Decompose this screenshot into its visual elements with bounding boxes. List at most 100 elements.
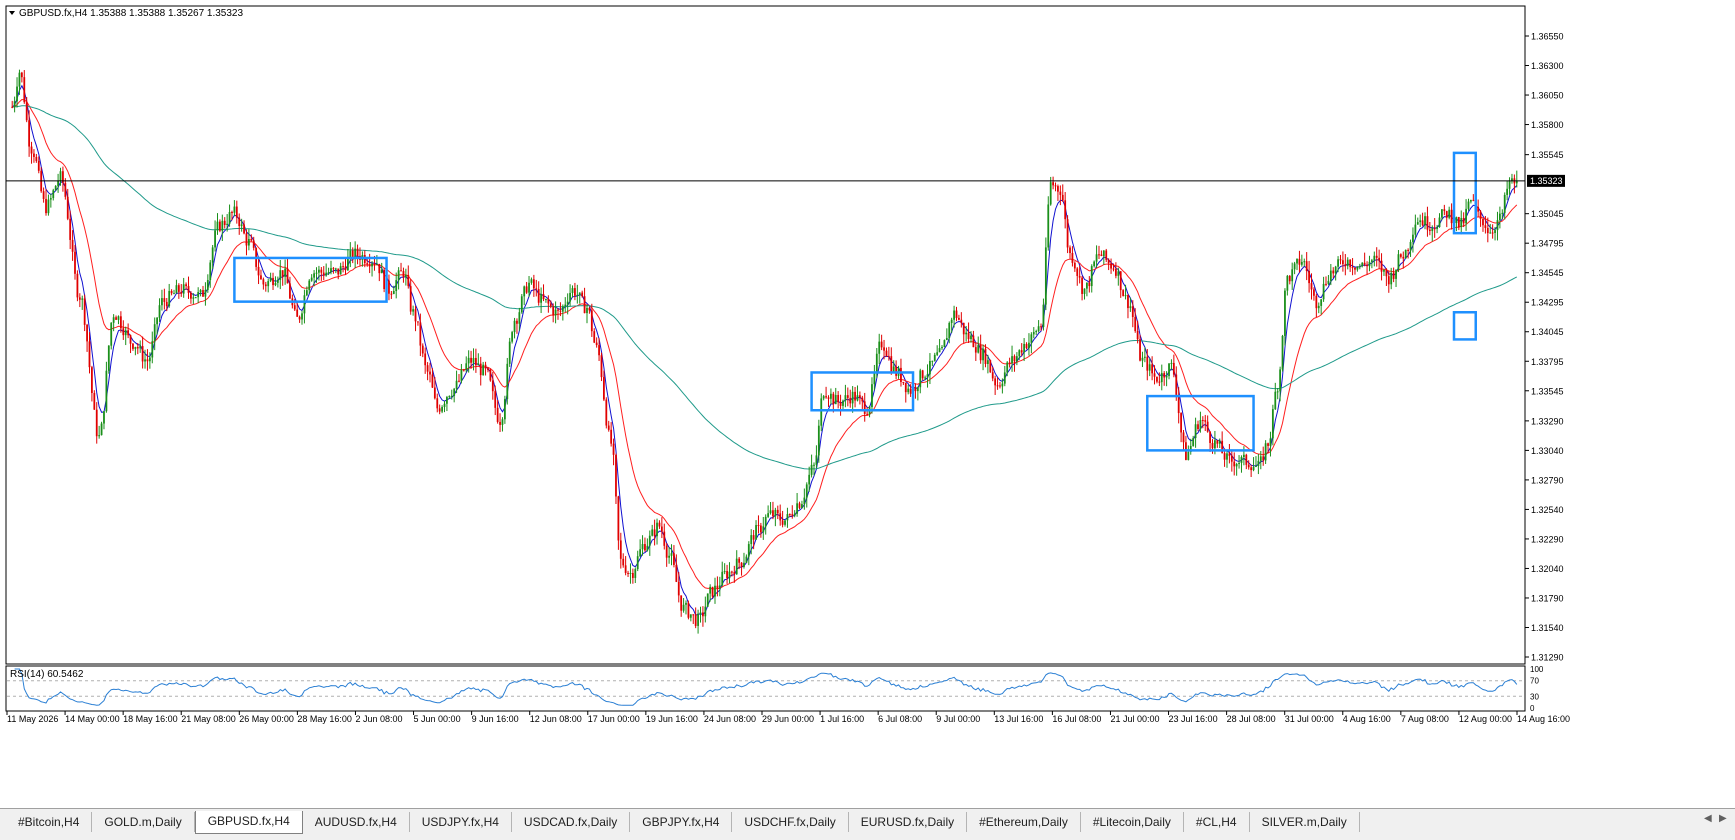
candle-body bbox=[124, 330, 127, 336]
candle-body bbox=[900, 367, 902, 382]
candle-body bbox=[260, 275, 262, 280]
candle-body bbox=[549, 303, 552, 307]
candle-body bbox=[1346, 259, 1349, 267]
candle-body bbox=[798, 503, 801, 508]
candle-body bbox=[962, 322, 965, 335]
candle-body bbox=[1445, 211, 1448, 218]
candle-body bbox=[163, 298, 166, 302]
chart-window[interactable]: 1.36550 1.36300 1.36050 1.35800 1.35545 1.350… bbox=[0, 0, 1735, 808]
time-tick-label: 28 May 16:00 bbox=[297, 714, 352, 724]
time-tick-label: 7 Aug 08:00 bbox=[1401, 714, 1449, 724]
price-tick-label: 1.33545 bbox=[1531, 386, 1564, 396]
price-axis[interactable]: 1.36550 1.36300 1.36050 1.35800 1.35545 1.350… bbox=[1525, 32, 1564, 663]
candle-body bbox=[296, 309, 299, 317]
candle-body bbox=[627, 572, 629, 574]
candle-body bbox=[1001, 383, 1004, 387]
scroll-right-icon[interactable]: ▶ bbox=[1719, 813, 1727, 824]
candle-body bbox=[1399, 254, 1402, 257]
candle-body bbox=[1397, 254, 1400, 270]
candle-body bbox=[1349, 259, 1352, 268]
candle-body bbox=[1119, 271, 1122, 291]
candle-body bbox=[615, 454, 617, 497]
candle-body bbox=[1230, 455, 1233, 462]
candle-body bbox=[738, 558, 741, 563]
candle-body bbox=[1071, 253, 1074, 263]
candle-body bbox=[883, 347, 885, 351]
chart-tab[interactable]: #Litecoin,Daily bbox=[1081, 812, 1184, 832]
candle-body bbox=[247, 239, 250, 246]
candle-body bbox=[979, 345, 982, 361]
chart-tab[interactable]: USDCHF.fx,Daily bbox=[732, 812, 849, 832]
candle-body bbox=[1078, 275, 1081, 278]
candle-body bbox=[1066, 219, 1069, 248]
candle-body bbox=[42, 191, 45, 199]
chart-tab[interactable]: GBPUSD.fx,H4 bbox=[194, 811, 303, 834]
price-tick-label: 1.35545 bbox=[1531, 150, 1564, 160]
chart-tab[interactable]: AUDUSD.fx,H4 bbox=[303, 812, 410, 832]
candle-body bbox=[1407, 249, 1410, 251]
candle-body bbox=[267, 281, 270, 287]
candle-body bbox=[532, 279, 535, 289]
time-axis[interactable]: 11 May 2026 14 May 00:00 18 May 16:00 21 Ma… bbox=[6, 711, 1570, 724]
candle-body bbox=[924, 377, 927, 379]
rsi-tick-label: 0 bbox=[1530, 704, 1535, 713]
candle-body bbox=[513, 320, 516, 333]
candle-body bbox=[1093, 261, 1096, 267]
candle-body bbox=[233, 206, 236, 213]
chart-tab[interactable]: #Bitcoin,H4 bbox=[6, 812, 93, 832]
candle-body bbox=[687, 602, 690, 618]
candle-body bbox=[837, 394, 840, 403]
candle-body bbox=[1076, 268, 1079, 276]
chart-tab[interactable]: EURUSD.fx,Daily bbox=[849, 812, 968, 832]
candle-body bbox=[1370, 260, 1373, 262]
candle-body bbox=[1083, 288, 1086, 294]
candle-body bbox=[139, 346, 142, 349]
candle-body bbox=[1479, 211, 1482, 219]
candle-body bbox=[1153, 373, 1156, 377]
candle-body bbox=[786, 514, 789, 521]
candle-body bbox=[803, 497, 806, 505]
candle-body bbox=[153, 324, 156, 342]
candle-body bbox=[356, 248, 359, 256]
candle-body bbox=[1298, 258, 1301, 265]
chart-tab[interactable]: GBPJPY.fx,H4 bbox=[630, 812, 733, 832]
candle-body bbox=[462, 369, 465, 371]
candle-body bbox=[1395, 269, 1397, 279]
candle-body bbox=[373, 263, 376, 265]
candle-body bbox=[866, 413, 869, 415]
rsi-plot-area[interactable] bbox=[5, 665, 1526, 712]
candle-body bbox=[1303, 261, 1306, 263]
candle-body bbox=[1293, 263, 1296, 270]
chart-tab[interactable]: GOLD.m,Daily bbox=[92, 812, 195, 832]
chart-tab[interactable]: SILVER.m,Daily bbox=[1250, 812, 1360, 832]
candle-body bbox=[936, 352, 939, 355]
candle-body bbox=[400, 270, 402, 272]
candle-body bbox=[1421, 220, 1424, 226]
candle-body bbox=[1281, 335, 1284, 370]
candle-body bbox=[1250, 467, 1253, 471]
candle-body bbox=[1356, 266, 1359, 270]
candle-body bbox=[103, 411, 105, 424]
candle-body bbox=[552, 306, 555, 316]
candle-body bbox=[1064, 200, 1067, 220]
candle-body bbox=[904, 382, 907, 393]
candle-body bbox=[503, 399, 506, 420]
price-tick-label: 1.33290 bbox=[1531, 416, 1564, 426]
candle-body bbox=[20, 72, 23, 78]
candle-body bbox=[243, 224, 245, 234]
chart-tab[interactable]: USDCAD.fx,Daily bbox=[512, 812, 631, 832]
candle-body bbox=[1057, 186, 1059, 192]
candle-body bbox=[704, 606, 707, 617]
candle-body bbox=[187, 286, 190, 293]
price-tick-label: 1.31540 bbox=[1531, 623, 1564, 633]
candle-body bbox=[310, 277, 313, 281]
candle-body bbox=[78, 297, 81, 300]
main-plot-area[interactable] bbox=[5, 5, 1526, 665]
candle-body bbox=[530, 279, 533, 283]
chart-tab[interactable]: #Ethereum,Daily bbox=[967, 812, 1081, 832]
candle-body bbox=[1339, 259, 1342, 261]
chart-tab[interactable]: USDJPY.fx,H4 bbox=[410, 812, 512, 832]
scroll-left-icon[interactable]: ◀ bbox=[1704, 813, 1712, 824]
chart-tab[interactable]: #CL,H4 bbox=[1184, 812, 1250, 832]
candle-body bbox=[1380, 260, 1383, 272]
